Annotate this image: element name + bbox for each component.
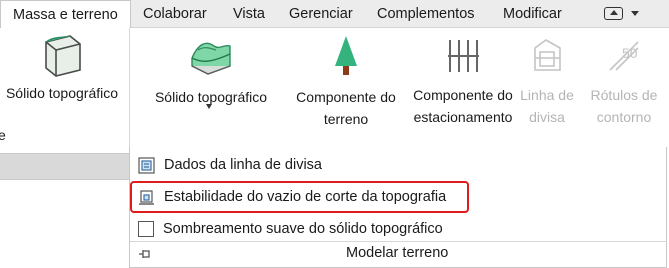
parking-icon [448,40,479,72]
site-component-label-1: Componente do [296,89,396,105]
site-component-button[interactable]: Componente do terreno [287,30,405,130]
panel-visibility-toggle[interactable] [604,6,644,22]
menu-item-label: Dados da linha de divisa [164,157,322,173]
left-panel-footer [0,153,129,180]
parking-component-button[interactable]: Componente do estacionamento [405,30,521,128]
property-line-label-1: Linha de [520,87,574,103]
svg-text:50: 50 [622,45,638,61]
tree-icon [335,36,357,75]
property-line-label-2: divisa [529,109,565,125]
tab-complementos[interactable]: Complementos [377,3,475,27]
property-line-icon [534,39,561,71]
contour-labels-button[interactable]: 50 Rótulos de contorno [584,30,664,128]
property-line-data-icon [138,156,155,174]
pin-icon[interactable] [138,247,152,261]
contour-labels-label-2: contorno [596,109,652,125]
smooth-shading-checkbox[interactable] [138,221,154,237]
chevron-down-icon [206,104,212,109]
contour-labels-icon: 50 [609,41,639,71]
toposolid-left-button[interactable]: Sólido topográfico [0,30,124,104]
left-panel-title: e [0,127,6,143]
toposolid-box-icon [45,35,81,77]
site-component-label-2: terreno [323,111,369,127]
tab-gerenciar[interactable]: Gerenciar [289,3,353,27]
toposolid-left-label: Sólido topográfico [5,85,119,101]
menu-item-property-line-data[interactable]: Dados da linha de divisa [138,154,322,176]
tab-vista[interactable]: Vista [233,3,265,27]
tab-colaborar[interactable]: Colaborar [143,3,207,27]
menu-item-label: Sombreamento suave do sólido topográfico [163,221,443,237]
parking-component-label-1: Componente do [413,87,513,103]
parking-component-label-2: estacionamento [413,109,513,125]
tab-modificar[interactable]: Modificar [503,3,562,27]
panel-icon [604,7,623,20]
tab-massa-e-terreno[interactable]: Massa e terreno [0,0,131,29]
chevron-down-icon [631,11,639,16]
menu-divider [130,241,666,242]
menu-item-smooth-shading[interactable]: Sombreamento suave do sólido topográfico [138,218,443,240]
highlight-box [130,181,469,213]
panel-title-model-site: Modelar terreno [346,245,449,261]
toposolid-green-icon [191,42,231,75]
contour-labels-label-1: Rótulos de [590,87,658,103]
toposolid-dropdown-button[interactable]: Sólido topográfico [143,30,279,108]
property-line-button[interactable]: Linha de divisa [516,30,578,128]
panel-separator [129,28,130,148]
